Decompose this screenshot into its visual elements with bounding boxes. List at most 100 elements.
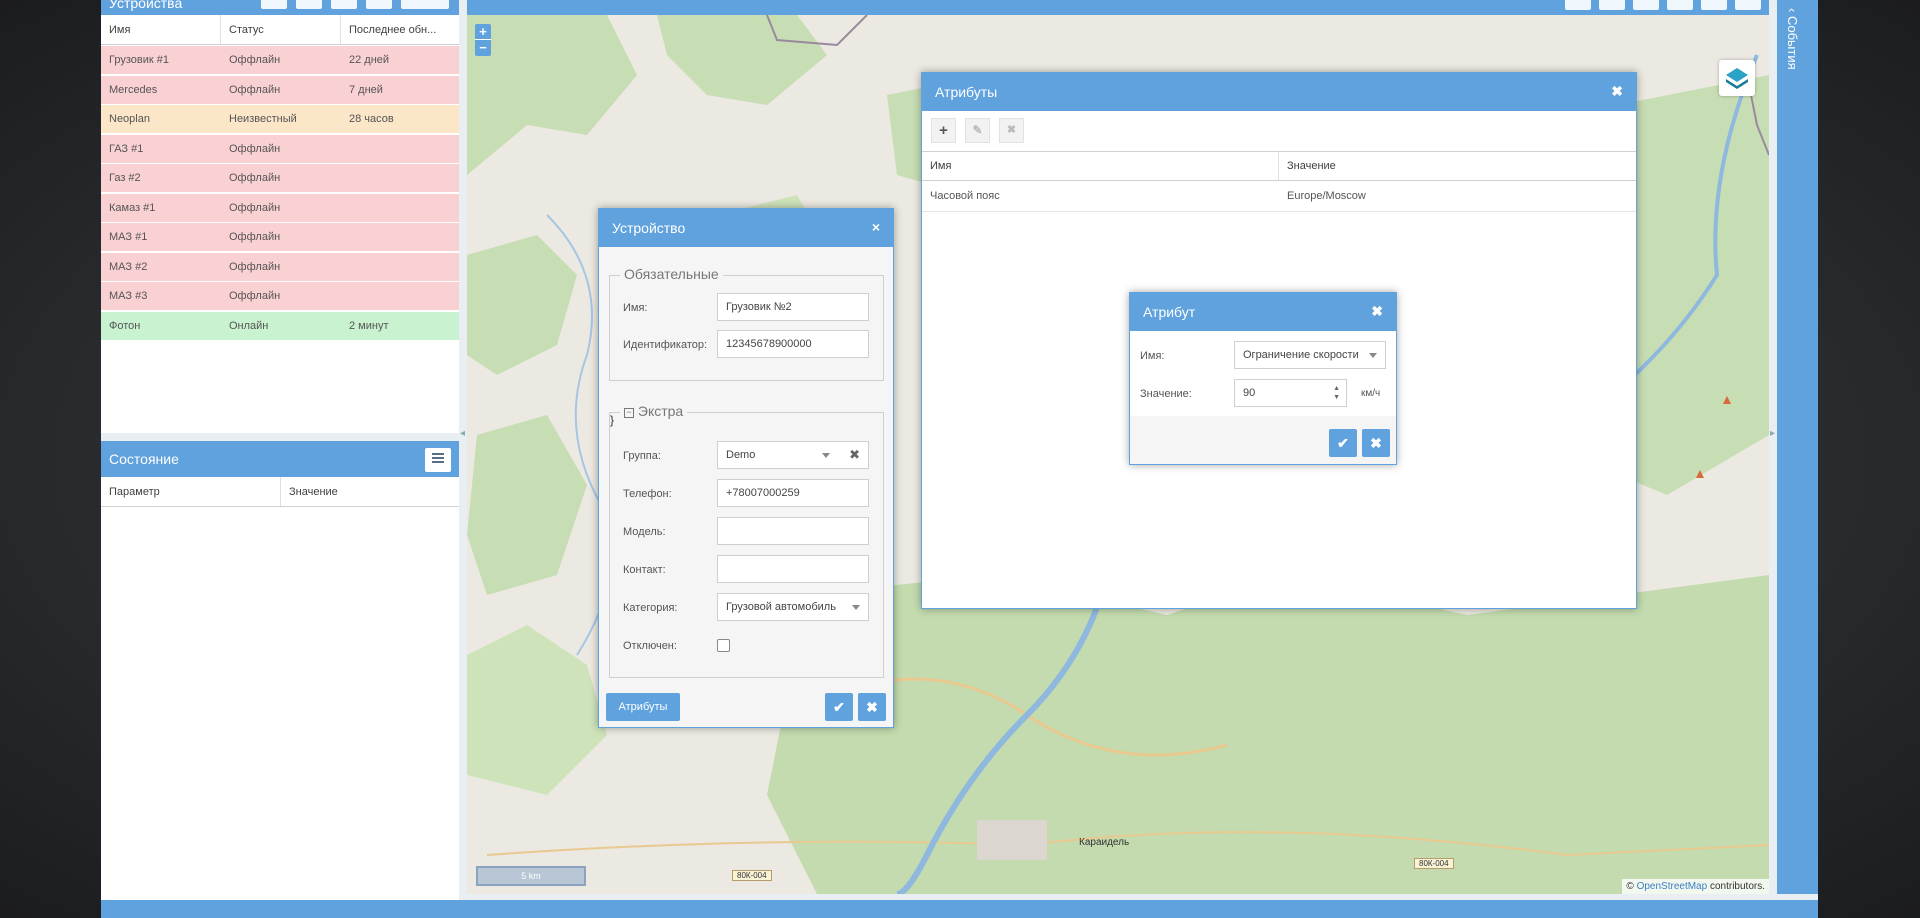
- remove-attribute-button[interactable]: ✖: [999, 118, 1024, 143]
- column-value[interactable]: Значение: [281, 477, 459, 506]
- close-icon[interactable]: ✖: [1611, 83, 1623, 100]
- attribute-row[interactable]: Часовой пояс Europe/Moscow: [922, 181, 1636, 212]
- edit-attribute-button[interactable]: ✎: [965, 118, 990, 143]
- add-device-button[interactable]: [261, 0, 287, 9]
- identifier-label: Идентификатор:: [623, 339, 708, 351]
- command-button[interactable]: [401, 0, 449, 9]
- device-status: Неизвестный: [229, 113, 297, 125]
- device-row[interactable]: Камаз #1 Оффлайн: [101, 193, 459, 223]
- contact-input[interactable]: [717, 555, 869, 583]
- device-status: Оффлайн: [229, 172, 281, 184]
- column-status[interactable]: Статус: [221, 15, 341, 44]
- edit-device-button[interactable]: [296, 0, 322, 9]
- devices-grid-header: Имя Статус Последнее обн...: [101, 15, 459, 45]
- add-attribute-button[interactable]: +: [931, 118, 956, 143]
- device-name: МАЗ #3: [109, 290, 148, 302]
- extra-legend: − Экстра: [620, 403, 688, 419]
- road-label: 80К-004: [1414, 858, 1454, 869]
- group-select[interactable]: Demo ✖: [717, 441, 869, 469]
- zoom-out-button[interactable]: −: [475, 40, 491, 56]
- save-button[interactable]: ✔: [825, 693, 853, 721]
- identifier-input[interactable]: 12345678900000: [717, 330, 869, 358]
- osm-link[interactable]: OpenStreetMap: [1637, 881, 1708, 892]
- events-panel-collapsed[interactable]: ‹ События: [1777, 0, 1818, 894]
- attr-value-input[interactable]: 90 ▲ ▼: [1234, 379, 1347, 407]
- state-options-button[interactable]: [425, 448, 451, 472]
- settings-button[interactable]: [1599, 0, 1625, 10]
- zoom-in-button[interactable]: +: [475, 24, 491, 40]
- device-name: Газ #2: [109, 172, 141, 184]
- attributes-toolbar: + ✎ ✖: [922, 111, 1636, 151]
- check-icon: ✔: [1337, 435, 1349, 451]
- model-label: Модель:: [623, 526, 666, 538]
- model-input[interactable]: [717, 517, 869, 545]
- collapse-right-handle[interactable]: ▸: [1770, 428, 1775, 439]
- device-dialog-header: Устройство ×: [599, 209, 893, 247]
- collapse-left-handle[interactable]: ◂: [460, 428, 465, 439]
- device-status: Оффлайн: [229, 83, 281, 96]
- phone-label: Телефон:: [623, 488, 672, 500]
- close-icon[interactable]: ✖: [1371, 303, 1383, 320]
- chevron-down-icon[interactable]: [852, 605, 860, 610]
- device-row[interactable]: Neoplan Неизвестный 28 часов: [101, 105, 459, 134]
- column-attr-value[interactable]: Значение: [1279, 152, 1636, 180]
- device-name: Neoplan: [109, 113, 150, 125]
- device-row[interactable]: Фотон Онлайн 2 минут: [101, 311, 459, 341]
- geofences-button[interactable]: [366, 0, 392, 9]
- device-last-update: 22 дней: [349, 54, 390, 66]
- category-select[interactable]: Грузовой автомобиль: [717, 593, 869, 621]
- column-attr-name[interactable]: Имя: [922, 152, 1279, 180]
- report-button[interactable]: [1565, 0, 1591, 10]
- attr-name-value: Ограничение скорости: [1243, 349, 1359, 361]
- device-status: Онлайн: [229, 319, 269, 332]
- device-row[interactable]: Газ #2 Оффлайн: [101, 164, 459, 193]
- close-icon[interactable]: ×: [872, 219, 880, 235]
- device-status: Оффлайн: [229, 142, 281, 155]
- collapse-icon[interactable]: −: [624, 408, 634, 418]
- cancel-button[interactable]: ✖: [1362, 429, 1390, 457]
- chevron-down-icon[interactable]: [822, 453, 830, 458]
- device-row[interactable]: МАЗ #1 Оффлайн: [101, 223, 459, 252]
- name-input[interactable]: Грузовик №2: [717, 293, 869, 321]
- attribute-dialog-header: Атрибут ✖: [1130, 293, 1396, 331]
- chevron-down-icon[interactable]: [1369, 353, 1377, 358]
- save-button[interactable]: ✔: [1329, 429, 1357, 457]
- state-grid-header: Параметр Значение: [101, 477, 459, 507]
- clear-icon[interactable]: ✖: [849, 442, 860, 468]
- close-icon: ✖: [866, 699, 878, 715]
- cancel-button[interactable]: ✖: [858, 693, 886, 721]
- device-row[interactable]: Mercedes Оффлайн 7 дней: [101, 75, 459, 105]
- phone-input[interactable]: +78007000259: [717, 479, 869, 507]
- device-last-update: 7 дней: [349, 83, 383, 96]
- events-title: ‹ События: [1785, 8, 1800, 70]
- bottom-panel-bar[interactable]: [101, 900, 1818, 918]
- geofence-toggle-button[interactable]: [1667, 0, 1693, 10]
- device-row[interactable]: Грузовик #1 Оффлайн 22 дней: [101, 46, 459, 75]
- user-menu-button[interactable]: [1735, 0, 1761, 10]
- disabled-checkbox[interactable]: [717, 639, 730, 652]
- device-name: МАЗ #1: [109, 231, 148, 243]
- device-row[interactable]: ГАЗ #1 Оффлайн: [101, 134, 459, 164]
- device-name: Грузовик #1: [109, 54, 169, 66]
- layers-button[interactable]: [1719, 60, 1755, 96]
- attr-name-select[interactable]: Ограничение скорости: [1234, 341, 1386, 369]
- device-row[interactable]: МАЗ #2 Оффлайн: [101, 252, 459, 282]
- attributes-dialog-title: Атрибуты: [935, 84, 998, 100]
- zoom-control: + −: [475, 24, 491, 56]
- remove-device-button[interactable]: [331, 0, 357, 9]
- column-parameter[interactable]: Параметр: [101, 477, 281, 506]
- device-name: Камаз #1: [109, 201, 156, 214]
- device-row[interactable]: МАЗ #3 Оффлайн: [101, 282, 459, 311]
- pencil-icon: ✎: [972, 123, 983, 137]
- attributes-grid-header: Имя Значение: [922, 151, 1636, 181]
- attributes-button[interactable]: Атрибуты: [606, 693, 680, 721]
- column-last-update[interactable]: Последнее обн...: [341, 15, 459, 44]
- name-label: Имя:: [623, 302, 648, 314]
- unit-label: км/ч: [1361, 388, 1381, 399]
- device-name: Mercedes: [109, 83, 158, 96]
- column-name[interactable]: Имя: [101, 15, 221, 44]
- follow-button[interactable]: [1701, 0, 1727, 10]
- spinner-icon[interactable]: ▲ ▼: [1333, 384, 1340, 402]
- layer-toggle-button[interactable]: [1633, 0, 1659, 10]
- device-status: Оффлайн: [229, 231, 281, 243]
